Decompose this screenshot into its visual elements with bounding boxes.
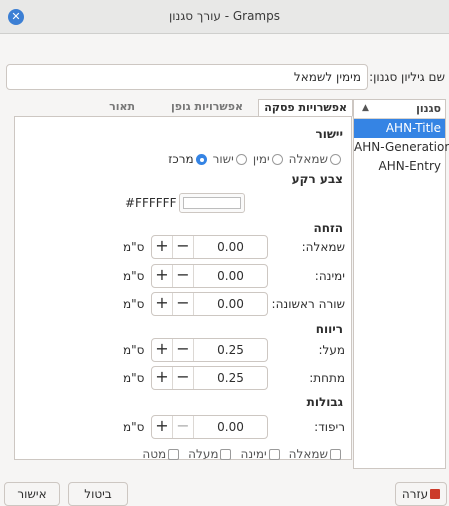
increment-button[interactable]: + bbox=[152, 236, 173, 258]
increment-button[interactable]: + bbox=[152, 367, 173, 389]
padding-input[interactable]: 0.00 bbox=[194, 416, 267, 438]
tab-font-options[interactable]: אפשרויות גופן bbox=[171, 99, 243, 117]
align-left-radio[interactable]: שמאלה bbox=[289, 152, 341, 166]
alignment-heading: יישור bbox=[315, 127, 343, 141]
unit-label: ס"מ bbox=[123, 343, 145, 357]
padding-label: ריפוד: bbox=[314, 420, 345, 434]
ok-button[interactable]: אישור bbox=[4, 482, 60, 506]
spacing-below-input[interactable]: 0.25 bbox=[194, 367, 267, 389]
spacing-above-row: ס"מ + − 0.25 מעל: bbox=[115, 338, 345, 362]
indent-right-spin: + − 0.00 bbox=[151, 264, 268, 288]
indent-heading: הזחה bbox=[313, 221, 343, 235]
indent-left-spin: + − 0.00 bbox=[151, 235, 268, 259]
indent-left-input[interactable]: 0.00 bbox=[194, 236, 267, 258]
tab-description[interactable]: תאור bbox=[109, 99, 135, 117]
decrement-button[interactable]: − bbox=[173, 293, 194, 315]
unit-label: ס"מ bbox=[123, 297, 145, 311]
indent-left-label: שמאלה: bbox=[301, 240, 345, 254]
border-right-checkbox[interactable]: ימינה bbox=[240, 447, 280, 461]
style-editor-window: ✕ עורך סגנון - Gramps שם גיליון סגנון: ס… bbox=[0, 0, 449, 506]
decrement-button[interactable]: − bbox=[173, 236, 194, 258]
decrement-button[interactable]: − bbox=[173, 265, 194, 287]
background-color-heading: צבע רקע bbox=[291, 172, 343, 186]
spacing-below-row: ס"מ + − 0.25 מתחת: bbox=[115, 366, 345, 390]
help-button[interactable]: עזרה bbox=[395, 482, 447, 506]
styles-header-label: סגנון bbox=[416, 102, 441, 115]
padding-row: ס"מ + − 0.00 ריפוד: bbox=[115, 415, 345, 439]
decrement-button[interactable]: − bbox=[173, 339, 194, 361]
align-center-radio[interactable]: מרכז bbox=[168, 152, 207, 166]
unit-label: ס"מ bbox=[123, 420, 145, 434]
indent-first-line-spin: + − 0.00 bbox=[151, 292, 268, 316]
window-title: עורך סגנון - Gramps bbox=[169, 9, 280, 23]
borders-heading: גבולות bbox=[306, 395, 343, 409]
background-color-value: #FFFFFF bbox=[125, 196, 177, 210]
color-picker-button[interactable] bbox=[179, 193, 245, 213]
decrement-button[interactable]: − bbox=[173, 367, 194, 389]
spacing-heading: ריווח bbox=[315, 322, 343, 336]
sort-up-icon: ▲ bbox=[362, 103, 369, 113]
border-top-checkbox[interactable]: מעלה bbox=[188, 447, 232, 461]
paragraph-options-page: יישור שמאלה ימין ישור מרכז צבע רקע #FFFF… bbox=[14, 116, 352, 461]
increment-button[interactable]: + bbox=[152, 265, 173, 287]
background-color-row: #FFFFFF bbox=[125, 193, 305, 213]
spacing-above-label: מעל: bbox=[318, 343, 345, 357]
style-name-input[interactable] bbox=[6, 64, 368, 90]
increment-button[interactable]: + bbox=[152, 339, 173, 361]
styles-list-header[interactable]: סגנון ▲ bbox=[354, 100, 445, 119]
spacing-below-spin: + − 0.25 bbox=[151, 366, 268, 390]
indent-first-line-row: ס"מ + − 0.00 שורה ראשונה: bbox=[115, 292, 345, 316]
border-checks: שמאלה ימינה מעלה מטה bbox=[133, 447, 341, 461]
border-left-checkbox[interactable]: שמאלה bbox=[289, 447, 341, 461]
alignment-options: שמאלה ימין ישור מרכז bbox=[162, 152, 341, 166]
unit-label: ס"מ bbox=[123, 371, 145, 385]
help-icon bbox=[430, 489, 441, 499]
spacing-below-label: מתחת: bbox=[309, 371, 345, 385]
unit-label: ס"מ bbox=[123, 240, 145, 254]
increment-button[interactable]: + bbox=[152, 293, 173, 315]
indent-first-line-label: שורה ראשונה: bbox=[271, 297, 345, 311]
spacing-above-spin: + − 0.25 bbox=[151, 338, 268, 362]
increment-button[interactable]: + bbox=[152, 416, 173, 438]
padding-spin: + − 0.00 bbox=[151, 415, 268, 439]
style-item[interactable]: AHN-Entry bbox=[354, 157, 445, 176]
indent-right-input[interactable]: 0.00 bbox=[194, 265, 267, 287]
unit-label: ס"מ bbox=[123, 269, 145, 283]
indent-right-row: ס"מ + − 0.00 ימינה: bbox=[115, 264, 345, 288]
align-justify-radio[interactable]: ישור bbox=[213, 152, 247, 166]
decrement-button[interactable]: − bbox=[173, 416, 194, 438]
style-item[interactable]: AHN-Title bbox=[354, 119, 445, 138]
indent-first-line-input[interactable]: 0.00 bbox=[194, 293, 267, 315]
indent-right-label: ימינה: bbox=[314, 269, 345, 283]
spacing-above-input[interactable]: 0.25 bbox=[194, 339, 267, 361]
tab-paragraph-options[interactable]: אפשרויות פסקה bbox=[258, 99, 353, 117]
border-bottom-checkbox[interactable]: מטה bbox=[142, 447, 180, 461]
indent-left-row: ס"מ + − 0.00 שמאלה: bbox=[115, 235, 345, 259]
styles-list: סגנון ▲ AHN-Title AHN-Generation AHN-Ent… bbox=[353, 99, 449, 469]
title-bar: ✕ עורך סגנון - Gramps bbox=[0, 0, 449, 34]
tab-bar: תאור אפשרויות גופן אפשרויות פסקה bbox=[109, 99, 353, 117]
style-name-label: שם גיליון סגנון: bbox=[369, 70, 445, 84]
style-item[interactable]: AHN-Generation bbox=[354, 138, 449, 157]
cancel-button[interactable]: ביטול bbox=[68, 482, 128, 506]
align-right-radio[interactable]: ימין bbox=[253, 152, 283, 166]
style-name-row: שם גיליון סגנון: bbox=[0, 64, 449, 90]
